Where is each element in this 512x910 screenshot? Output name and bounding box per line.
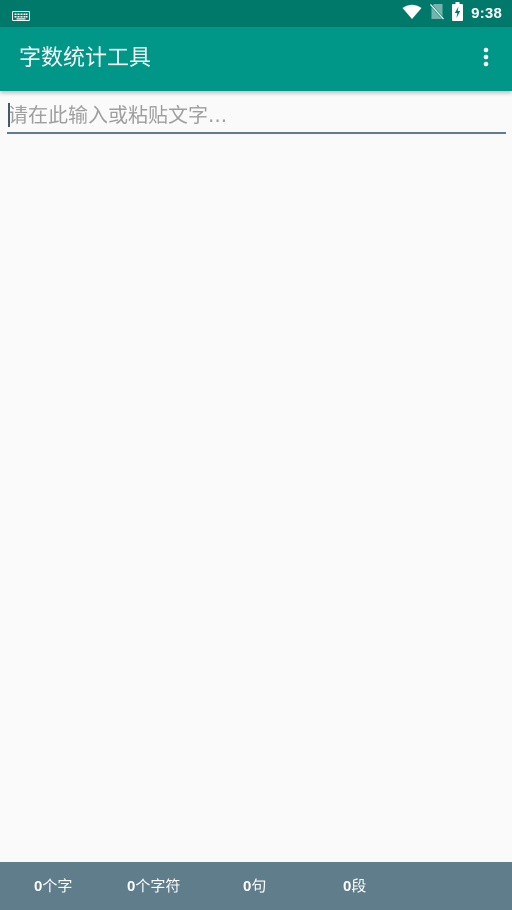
character-count-stat: 0个字符 [127, 876, 180, 897]
more-options-button[interactable] [472, 44, 500, 74]
text-cursor [8, 103, 10, 127]
app-title: 字数统计工具 [19, 46, 152, 71]
word-count-screen: 9:38 字数统计工具 0个字 0个字符 0句 [0, 0, 512, 910]
paragraph-count-unit: 段 [351, 877, 367, 895]
status-icons: 9:38 [402, 0, 502, 27]
status-bar: 9:38 [0, 0, 512, 27]
paragraph-count-stat: 0段 [343, 876, 366, 897]
stats-bar: 0个字 0个字符 0句 0段 [0, 862, 512, 910]
more-vertical-icon [483, 47, 489, 71]
char-count-unit: 个字 [42, 877, 73, 895]
keyboard-icon [12, 7, 30, 21]
status-time: 9:38 [471, 5, 502, 22]
sentence-count-unit: 句 [251, 877, 267, 895]
app-bar: 字数统计工具 [0, 27, 512, 91]
wifi-icon [402, 4, 422, 24]
text-input[interactable] [7, 98, 506, 134]
battery-charging-icon [452, 2, 464, 25]
sentence-count-stat: 0句 [243, 876, 266, 897]
no-sim-icon [429, 3, 445, 24]
character-count-unit: 个字符 [135, 877, 181, 895]
text-input-container [7, 98, 506, 134]
char-count-stat: 0个字 [34, 876, 72, 897]
